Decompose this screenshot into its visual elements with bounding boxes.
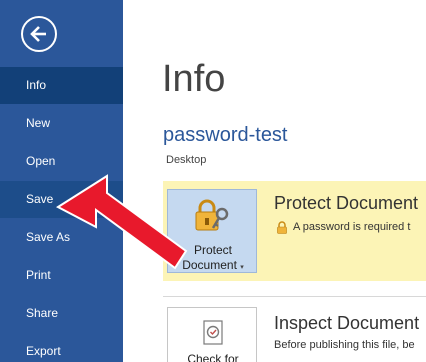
info-pane: Info password-test Desktop Protect Docum…: [123, 0, 426, 362]
nav-item-save[interactable]: Save: [0, 181, 123, 218]
check-for-issues-button[interactable]: Check for: [167, 307, 257, 362]
page-title: Info: [162, 58, 226, 100]
nav-item-print[interactable]: Print: [0, 257, 123, 294]
protect-document-description: A password is required t: [293, 221, 411, 233]
protect-label-line1: Protect: [193, 243, 232, 257]
nav-item-new[interactable]: New: [0, 105, 123, 142]
backstage-sidebar: Info New Open Save Save As Print Share E…: [0, 0, 123, 362]
nav-item-open[interactable]: Open: [0, 143, 123, 180]
section-divider: [163, 296, 426, 297]
inspect-document-description: Before publishing this file, be: [274, 339, 415, 351]
protect-document-section: Protect Document ▾ Protect Document A pa…: [163, 181, 426, 281]
inspect-document-icon: [203, 320, 223, 345]
protect-document-button[interactable]: Protect Document ▾: [167, 189, 257, 273]
inspect-document-heading: Inspect Document: [274, 313, 420, 333]
document-location: Desktop: [166, 154, 207, 166]
chevron-down-icon: ▾: [240, 264, 244, 271]
back-arrow-icon: [30, 26, 46, 42]
check-for-label: Check for: [187, 352, 239, 362]
nav-item-share[interactable]: Share: [0, 295, 123, 332]
padlock-icon: [277, 221, 287, 234]
document-name: password-test: [163, 124, 288, 146]
lock-key-icon: [195, 199, 229, 231]
nav-item-export[interactable]: Export: [0, 333, 123, 362]
nav-item-info[interactable]: Info: [0, 67, 123, 104]
protect-label-line2: Document ▾: [182, 258, 244, 272]
back-button[interactable]: [21, 16, 57, 52]
protect-document-heading: Protect Document: [274, 193, 419, 213]
nav-item-save-as[interactable]: Save As: [0, 219, 123, 256]
